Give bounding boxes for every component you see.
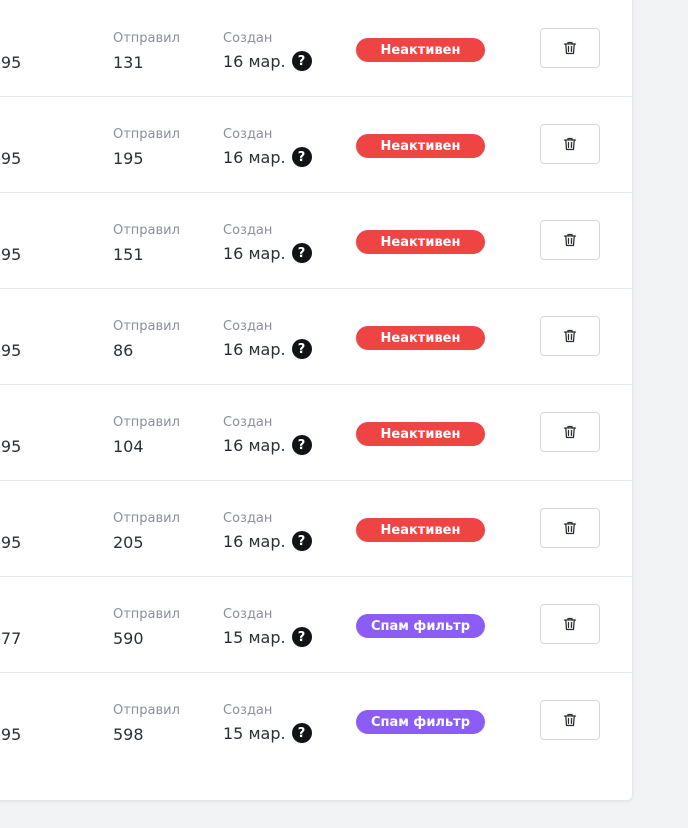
created-cell: 16 мар.? bbox=[223, 435, 312, 455]
table-row: -95-95 Отправил 195 Создан 16 мар.? Неактивен bbox=[0, 97, 632, 193]
status-badge: Неактивен bbox=[356, 326, 485, 350]
created-label: Создан bbox=[223, 319, 273, 334]
created-cell: 16 мар.? bbox=[223, 243, 312, 263]
trash-icon bbox=[562, 712, 578, 728]
trash-icon bbox=[562, 520, 578, 536]
phone-number: -95-95 bbox=[0, 341, 22, 360]
status-badge: Неактивен bbox=[356, 422, 485, 446]
table-row: -95-95 Отправил 598 Создан 15 мар.? Спам филь… bbox=[0, 673, 632, 769]
status-badge: Спам фильтр bbox=[356, 710, 485, 734]
status-badge: Неактивен bbox=[356, 518, 485, 542]
created-date: 16 мар. bbox=[223, 243, 286, 263]
sent-count: 104 bbox=[113, 437, 144, 456]
created-date: 16 мар. bbox=[223, 435, 286, 455]
status-badge: Неактивен bbox=[356, 134, 485, 158]
trash-icon bbox=[562, 136, 578, 152]
created-date: 15 мар. bbox=[223, 627, 286, 647]
trash-icon bbox=[562, 616, 578, 632]
help-icon[interactable]: ? bbox=[291, 339, 312, 359]
created-label: Создан bbox=[223, 703, 273, 718]
table-row: -77-77 Отправил 590 Создан 15 мар.? Спам филь… bbox=[0, 577, 632, 673]
created-date: 16 мар. bbox=[223, 339, 286, 359]
created-label: Создан bbox=[223, 511, 273, 526]
sent-label: Отправил bbox=[113, 319, 180, 334]
trash-icon bbox=[562, 232, 578, 248]
trash-icon bbox=[562, 328, 578, 344]
sent-label: Отправил bbox=[113, 223, 180, 238]
status-badge: Спам фильтр bbox=[356, 614, 485, 638]
phone-number: -77-77 bbox=[0, 629, 22, 648]
trash-icon bbox=[562, 424, 578, 440]
delete-button[interactable] bbox=[540, 508, 600, 548]
help-icon[interactable]: ? bbox=[291, 435, 312, 455]
status-badge: Неактивен bbox=[356, 230, 485, 254]
sent-label: Отправил bbox=[113, 127, 180, 142]
created-cell: 15 мар.? bbox=[223, 723, 312, 743]
delete-button[interactable] bbox=[540, 700, 600, 740]
created-cell: 16 мар.? bbox=[223, 51, 312, 71]
created-date: 16 мар. bbox=[223, 51, 286, 71]
delete-button[interactable] bbox=[540, 316, 600, 356]
sent-count: 590 bbox=[113, 629, 144, 648]
help-icon[interactable]: ? bbox=[291, 531, 312, 551]
phone-number: -95-95 bbox=[0, 533, 22, 552]
created-date: 15 мар. bbox=[223, 723, 286, 743]
created-label: Создан bbox=[223, 127, 273, 142]
created-label: Создан bbox=[223, 31, 273, 46]
help-icon[interactable]: ? bbox=[291, 147, 312, 167]
help-icon[interactable]: ? bbox=[291, 51, 312, 71]
sent-count: 151 bbox=[113, 245, 144, 264]
status-badge: Неактивен bbox=[356, 38, 485, 62]
table-row: -95-95 Отправил 151 Создан 16 мар.? Неактивен bbox=[0, 193, 632, 289]
created-label: Создан bbox=[223, 223, 273, 238]
phone-number: -95-95 bbox=[0, 149, 22, 168]
phone-number: -95-95 bbox=[0, 245, 22, 264]
sent-count: 195 bbox=[113, 149, 144, 168]
created-label: Создан bbox=[223, 415, 273, 430]
help-icon[interactable]: ? bbox=[291, 243, 312, 263]
sent-label: Отправил bbox=[113, 607, 180, 622]
table-row: -95-95 Отправил 104 Создан 16 мар.? Неактивен bbox=[0, 385, 632, 481]
help-icon[interactable]: ? bbox=[291, 723, 312, 743]
phone-number: -95-95 bbox=[0, 437, 22, 456]
created-cell: 16 мар.? bbox=[223, 339, 312, 359]
table-row: -95-95 Отправил 86 Создан 16 мар.? Неактивен bbox=[0, 289, 632, 385]
phone-number: -95-95 bbox=[0, 53, 22, 72]
sent-count: 131 bbox=[113, 53, 144, 72]
sessions-card: -01-11Отправил586Создан16 мар.?-95-95Отп… bbox=[0, 0, 633, 801]
trash-icon bbox=[562, 40, 578, 56]
sent-label: Отправил bbox=[113, 31, 180, 46]
sent-label: Отправил bbox=[113, 511, 180, 526]
delete-button[interactable] bbox=[540, 220, 600, 260]
sent-count: 86 bbox=[113, 341, 134, 360]
sent-label: Отправил bbox=[113, 703, 180, 718]
sent-label: Отправил bbox=[113, 415, 180, 430]
delete-button[interactable] bbox=[540, 28, 600, 68]
created-date: 16 мар. bbox=[223, 531, 286, 551]
delete-button[interactable] bbox=[540, 124, 600, 164]
created-label: Создан bbox=[223, 607, 273, 622]
sent-count: 598 bbox=[113, 725, 144, 744]
created-cell: 15 мар.? bbox=[223, 627, 312, 647]
table-row: -95-95 Отправил 131 Создан 16 мар.? Неактивен bbox=[0, 1, 632, 97]
created-date: 16 мар. bbox=[223, 147, 286, 167]
help-icon[interactable]: ? bbox=[291, 627, 312, 647]
created-cell: 16 мар.? bbox=[223, 531, 312, 551]
created-cell: 16 мар.? bbox=[223, 147, 312, 167]
delete-button[interactable] bbox=[540, 412, 600, 452]
delete-button[interactable] bbox=[540, 604, 600, 644]
table-row: -95-95 Отправил 205 Создан 16 мар.? Неактивен bbox=[0, 481, 632, 577]
phone-number: -95-95 bbox=[0, 725, 22, 744]
sent-count: 205 bbox=[113, 533, 144, 552]
